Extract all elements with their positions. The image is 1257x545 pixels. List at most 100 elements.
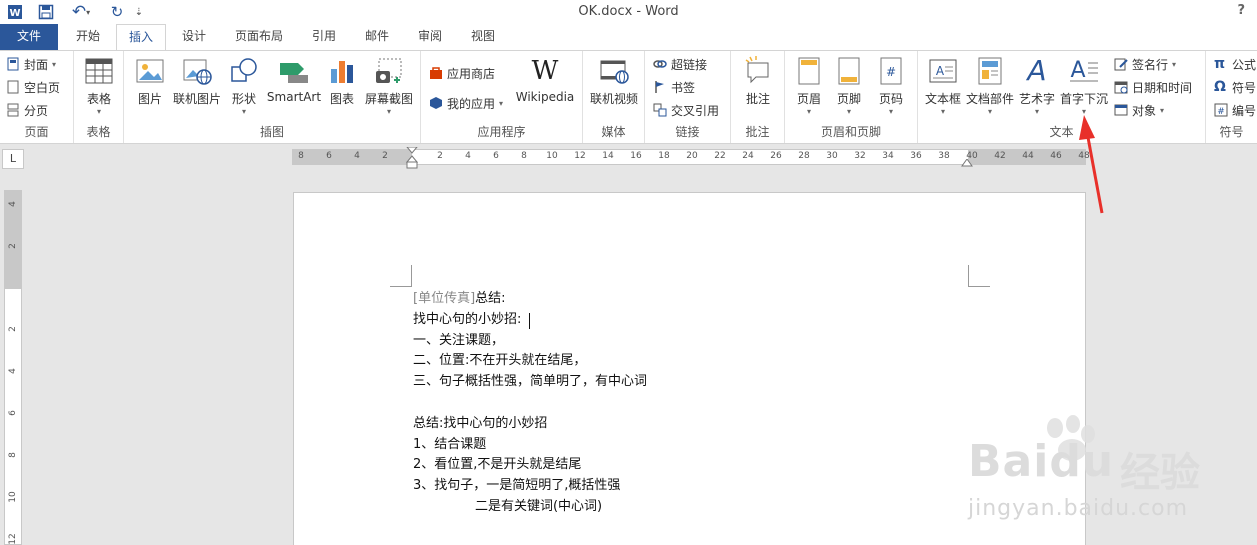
document-line[interactable]: 三、句子概括性强，简单明了，有中心词 — [413, 372, 647, 393]
hyperlink-button[interactable]: 超链接 — [653, 54, 707, 74]
page-number-button[interactable]: # 页码 ▾ — [873, 55, 909, 117]
store-button[interactable]: 应用商店 — [429, 63, 495, 83]
ruler-number: 6 — [326, 151, 332, 161]
document-line[interactable]: 找中心句的小妙招: — [413, 310, 647, 331]
quick-parts-icon — [974, 55, 1006, 87]
textbox-button[interactable]: A 文本框 ▾ — [922, 55, 964, 117]
indent-marker-icon[interactable] — [406, 147, 418, 169]
tab-mailings[interactable]: 邮件 — [352, 24, 402, 50]
document-line[interactable]: 2、看位置,不是开头就是结尾 — [413, 455, 647, 476]
line-text: 总结: — [475, 291, 506, 306]
chart-button[interactable]: 图表 — [326, 55, 358, 107]
svg-text:A: A — [936, 64, 945, 78]
ruler-number: 12 — [8, 533, 18, 545]
comment-button[interactable]: 批注 — [737, 55, 779, 107]
date-time-button[interactable]: 日期和时间 — [1114, 77, 1192, 97]
page-break-icon — [6, 103, 20, 117]
window-title: OK.docx - Word — [578, 4, 679, 19]
crop-mark — [390, 265, 412, 287]
group-symbols: π 公式 Ω 符号 # 编号 符号 — [1206, 51, 1257, 143]
tab-references[interactable]: 引用 — [300, 24, 348, 50]
tab-review[interactable]: 审阅 — [406, 24, 454, 50]
object-button[interactable]: 对象 ▾ — [1114, 100, 1164, 120]
ruler-number: 2 — [8, 243, 18, 249]
document-line[interactable] — [413, 393, 647, 414]
ruler-number: 18 — [658, 151, 670, 161]
tab-file[interactable]: 文件 — [0, 24, 58, 50]
ruler-number: 4 — [354, 151, 360, 161]
document-line[interactable]: 二是有关键词(中心词) — [413, 497, 647, 518]
quick-parts-button[interactable]: 文档部件 ▾ — [964, 55, 1016, 117]
screenshot-button[interactable]: 屏幕截图 ▾ — [362, 55, 416, 117]
blank-page-button[interactable]: 空白页 — [6, 77, 60, 97]
annotation-arrow-icon — [1079, 115, 1104, 214]
wikipedia-button[interactable]: W Wikipedia — [515, 55, 575, 104]
header-button[interactable]: 页眉 ▾ — [791, 55, 827, 117]
line-text: 总结:找中心句的小妙招 — [413, 415, 548, 431]
my-apps-button[interactable]: 我的应用 ▾ — [429, 93, 503, 113]
group-text: A 文本框 ▾ 文档部件 ▾ A 艺术字 ▾ A 首字下沉 ▾ 签名行 ▾ 日期和时间 对… — [918, 51, 1206, 143]
horizontal-ruler[interactable]: 8642 2 4 6 8 10 12 14 16 18 20 22 24 26 28 30 32 34 36 38 4… — [292, 147, 1090, 169]
help-button[interactable]: ? — [1237, 3, 1245, 18]
chart-icon — [326, 55, 358, 87]
drop-cap-button[interactable]: A 首字下沉 ▾ — [1058, 55, 1110, 117]
tab-view[interactable]: 视图 — [458, 24, 508, 50]
ruler-number: 16 — [630, 151, 642, 161]
number-button[interactable]: # 编号 — [1214, 100, 1256, 120]
smartart-button[interactable]: SmartArt — [264, 55, 324, 104]
online-video-button[interactable]: 联机视频 — [587, 55, 641, 107]
cover-page-button[interactable]: 封面 ▾ — [6, 54, 56, 74]
right-indent-marker-icon[interactable] — [961, 159, 973, 167]
document-line[interactable]: 总结:找中心句的小妙招 — [413, 414, 647, 435]
tab-selector[interactable]: L — [2, 149, 24, 169]
line-text: 找中心句的小妙招: — [413, 311, 522, 327]
document-line[interactable]: 一、关注课题， — [413, 331, 647, 352]
ruler-number: 24 — [742, 151, 754, 161]
line-text: 2、看位置,不是开头就是结尾 — [413, 457, 582, 473]
tab-design[interactable]: 设计 — [170, 24, 218, 50]
equation-button[interactable]: π 公式 — [1214, 54, 1256, 74]
document-body[interactable]: [单位传真]总结: 找中心句的小妙招: 一、关注课题， 二、位置:不在开头就在结尾，三… — [413, 289, 647, 518]
vertical-ruler[interactable]: 4 2 2 4 6 8 10 12 — [4, 190, 22, 545]
picture-button[interactable]: 图片 — [132, 55, 168, 107]
table-button[interactable]: 表格 ▾ — [80, 55, 118, 117]
group-header-footer: 页眉 ▾ 页脚 ▾ # 页码 ▾ 页眉和页脚 — [785, 51, 918, 143]
hyperlink-icon — [653, 57, 667, 71]
document-line[interactable]: [单位传真]总结: — [413, 289, 647, 310]
symbol-button[interactable]: Ω 符号 — [1214, 77, 1256, 97]
online-picture-button[interactable]: 联机图片 — [172, 55, 222, 107]
bookmark-button[interactable]: 书签 — [653, 77, 695, 97]
field-placeholder[interactable]: [单位传真] — [413, 291, 475, 306]
page-break-button[interactable]: 分页 — [6, 100, 48, 120]
text-cursor — [529, 313, 530, 329]
wordart-button[interactable]: A 艺术字 ▾ — [1016, 55, 1058, 117]
comment-icon — [742, 55, 774, 87]
footer-button[interactable]: 页脚 ▾ — [831, 55, 867, 117]
smartart-icon — [278, 55, 310, 87]
cover-page-icon — [6, 57, 20, 71]
ruler-number: 10 — [8, 491, 18, 503]
ribbon-tabs: 文件 开始 插入 设计 页面布局 引用 邮件 审阅 视图 — [0, 24, 1257, 51]
ruler-area: L 8642 2 4 6 8 10 12 14 16 18 20 22 24 26 28 30 32 34 36 3… — [0, 145, 1257, 169]
ruler-number: 28 — [798, 151, 810, 161]
document-line[interactable]: 3、找句子，一是简短明了,概括性强 — [413, 476, 647, 497]
tab-home[interactable]: 开始 — [62, 24, 114, 50]
document-line[interactable]: 1、结合课题 — [413, 435, 647, 456]
group-label-header-footer: 页眉和页脚 — [820, 125, 881, 139]
signature-line-button[interactable]: 签名行 ▾ — [1114, 54, 1176, 74]
tab-insert[interactable]: 插入 — [116, 24, 166, 51]
table-icon — [83, 55, 115, 87]
cross-reference-button[interactable]: 交叉引用 — [653, 100, 719, 120]
shapes-button[interactable]: 形状 ▾ — [226, 55, 262, 117]
cross-reference-icon — [653, 103, 667, 117]
document-line[interactable]: 二、位置:不在开头就在结尾， — [413, 351, 647, 372]
tab-page-layout[interactable]: 页面布局 — [222, 24, 296, 50]
ruler-number: 42 — [994, 151, 1006, 161]
crop-mark — [968, 265, 990, 287]
textbox-icon: A — [927, 55, 959, 87]
group-label-text: 文本 — [1049, 125, 1074, 139]
line-text: 二、位置:不在开头就在结尾， — [413, 353, 587, 369]
ruler-number: 14 — [602, 151, 614, 161]
drop-cap-icon: A — [1068, 55, 1100, 87]
ruler-number: 38 — [938, 151, 950, 161]
